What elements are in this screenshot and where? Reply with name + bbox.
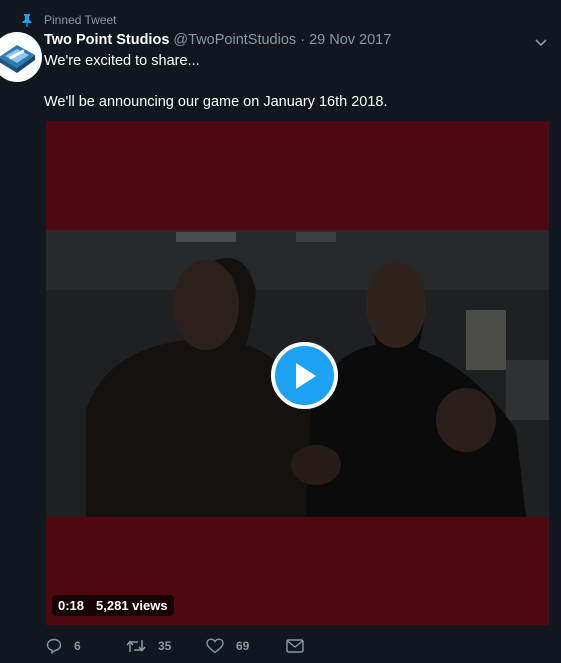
tweet-text-line: We'll be announcing our game on January …	[44, 94, 388, 110]
tweet-actions: 6 35 69	[46, 638, 304, 654]
pin-icon	[22, 13, 32, 27]
pinned-tweet[interactable]: Pinned Tweet Two Point Studios @TwoPoint…	[0, 0, 561, 663]
like-count: 69	[236, 639, 250, 653]
play-icon	[295, 362, 316, 389]
heart-icon	[206, 638, 224, 654]
reply-count: 6	[74, 639, 81, 653]
user-handle[interactable]: @TwoPointStudios	[173, 32, 296, 48]
tweet-header: Two Point Studios @TwoPointStudios · 29 …	[44, 31, 521, 49]
reply-button[interactable]: 6	[46, 638, 126, 654]
video-duration: 0:18	[58, 598, 85, 613]
video-meta-badge: 0:18 5,281 views	[52, 595, 174, 616]
chevron-down-icon[interactable]	[533, 34, 549, 50]
like-button[interactable]: 69	[206, 638, 286, 654]
pinned-label: Pinned Tweet	[44, 13, 117, 27]
separator-dot: ·	[300, 32, 306, 48]
tweet-text: We're excited to share... We'll be annou…	[44, 52, 544, 112]
video-view-count: 5,281 views	[96, 598, 168, 613]
retweet-button[interactable]: 35	[126, 638, 206, 654]
envelope-icon	[286, 639, 304, 653]
studio-logo-icon	[0, 45, 35, 73]
pinned-indicator: Pinned Tweet	[22, 12, 117, 28]
play-button[interactable]	[271, 342, 338, 409]
tweet-text-line: We're excited to share...	[44, 53, 200, 69]
tweet-timestamp[interactable]: 29 Nov 2017	[309, 32, 391, 48]
video-player[interactable]: 0:18 5,281 views	[46, 121, 549, 625]
direct-message-button[interactable]	[286, 639, 304, 653]
reply-icon	[46, 638, 62, 654]
retweet-count: 35	[158, 639, 172, 653]
display-name[interactable]: Two Point Studios	[44, 32, 169, 48]
retweet-icon	[126, 640, 146, 652]
avatar[interactable]	[0, 32, 42, 82]
